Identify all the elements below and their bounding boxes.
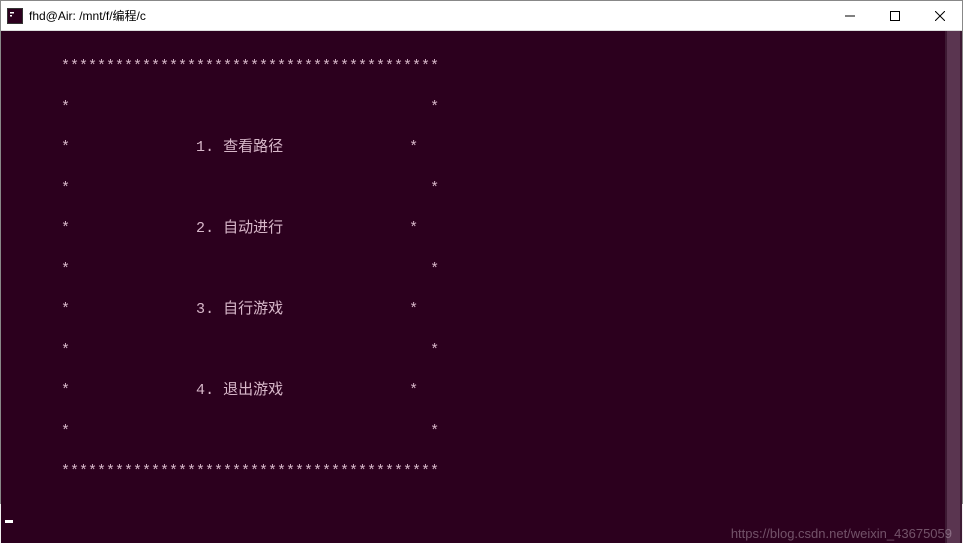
minimize-button[interactable] xyxy=(827,1,872,30)
menu-item-3: * 3. 自行游戏 * xyxy=(1,300,945,320)
menu-border-bottom: ****************************************… xyxy=(1,462,945,482)
menu-border-top: ****************************************… xyxy=(1,57,945,77)
menu-item-4: * 4. 退出游戏 * xyxy=(1,381,945,401)
menu-row: * * xyxy=(1,98,945,118)
menu-row: * * xyxy=(1,422,945,442)
menu-row: * * xyxy=(1,260,945,280)
menu-item-2: * 2. 自动进行 * xyxy=(1,219,945,239)
terminal-area: ****************************************… xyxy=(1,31,962,543)
menu-row: * * xyxy=(1,179,945,199)
menu-row: * * xyxy=(1,341,945,361)
scroll-thumb[interactable] xyxy=(947,31,960,543)
window-title: fhd@Air: /mnt/f/编程/c xyxy=(29,7,827,24)
terminal-app-icon xyxy=(7,8,23,24)
menu-item-1: * 1. 查看路径 * xyxy=(1,138,945,158)
terminal-content[interactable]: ****************************************… xyxy=(1,31,945,543)
titlebar[interactable]: fhd@Air: /mnt/f/编程/c xyxy=(1,1,962,31)
terminal-cursor xyxy=(5,520,13,523)
close-button[interactable] xyxy=(917,1,962,30)
vertical-scrollbar[interactable] xyxy=(945,31,962,543)
app-window: fhd@Air: /mnt/f/编程/c *******************… xyxy=(0,0,963,504)
maximize-button[interactable] xyxy=(872,1,917,30)
